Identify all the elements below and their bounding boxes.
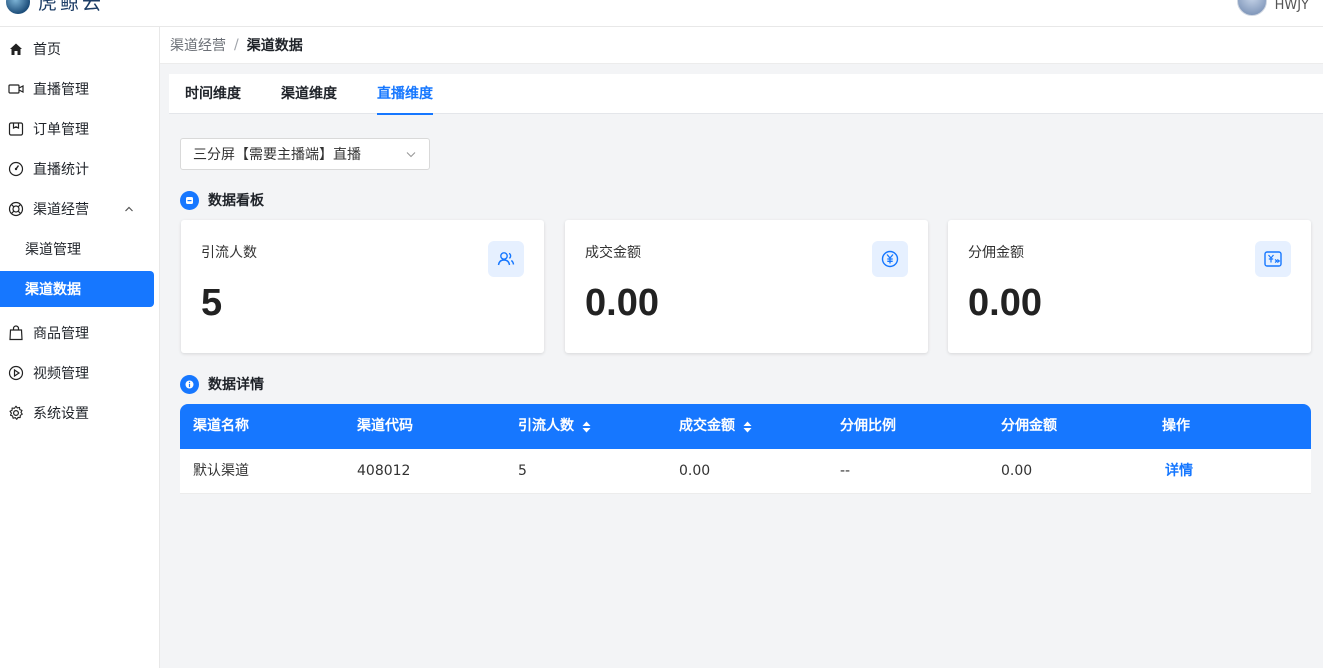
chevron-down-icon [405,148,417,164]
top-header: 虎鲸云 HWJY [0,0,1323,27]
cell-channel-name: 默认渠道 [193,463,249,479]
column-header-commission-amount: 分佣金额 [1001,404,1057,449]
lifebuoy-icon [8,201,24,217]
column-header-label: 分佣金额 [1001,418,1057,434]
commission-icon [1255,241,1291,277]
sidebar-item-products[interactable]: 商品管理 [0,313,160,353]
avatar[interactable] [1236,0,1267,16]
sidebar: 首页 直播管理 订单管理 直播统计 渠道经营 渠道管理 渠道数据 商品管理 视频… [0,27,160,668]
tab-live-dimension[interactable]: 直播维度 [377,74,433,115]
sidebar-item-label: 直播统计 [33,162,89,178]
shopping-bag-icon [8,325,24,341]
sidebar-item-orders[interactable]: 订单管理 [0,109,160,149]
column-header-visitors[interactable]: 引流人数 [518,404,591,449]
column-header-label: 分佣比例 [840,418,896,434]
stat-card-label: 成交金额 [585,245,641,261]
column-header-label: 引流人数 [518,418,574,434]
gear-icon [8,405,24,421]
sidebar-item-label: 订单管理 [33,122,89,138]
user-name: HWJY [1274,0,1309,13]
sidebar-item-settings[interactable]: 系统设置 [0,393,160,433]
stat-card-visitors: 引流人数 5 [181,220,544,353]
gauge-icon [8,161,24,177]
sidebar-item-live[interactable]: 直播管理 [0,69,160,109]
sort-icon[interactable] [582,421,591,433]
sidebar-item-label: 商品管理 [33,326,89,342]
live-select[interactable]: 三分屏【需要主播端】直播 [180,138,430,170]
sidebar-subitem-channel-data[interactable]: 渠道数据 [0,271,154,307]
sidebar-item-home[interactable]: 首页 [0,29,160,69]
sidebar-item-videos[interactable]: 视频管理 [0,353,160,393]
breadcrumb-current: 渠道数据 [246,38,303,54]
yuan-coin-icon [872,241,908,277]
stat-card-label: 引流人数 [201,245,257,261]
column-header-label: 渠道代码 [357,418,413,434]
home-icon [8,41,24,57]
users-icon [488,241,524,277]
sort-icon[interactable] [743,421,752,433]
column-header-channel-name: 渠道名称 [193,404,249,449]
column-header-actions: 操作 [1162,404,1190,449]
stat-card-value: 0.00 [585,282,659,324]
stat-card-commission: 分佣金额 0.00 [948,220,1311,353]
sidebar-subitem-label: 渠道管理 [25,242,81,258]
user-menu[interactable]: HWJY [1236,0,1309,16]
stat-card-value: 5 [201,282,223,324]
stat-card-deal-amount: 成交金额 0.00 [565,220,928,353]
order-box-icon [8,121,24,137]
dashboard-section-title: 数据看板 [180,190,264,210]
table-header: 渠道名称 渠道代码 引流人数 成交金额 分佣比例 分佣金额 操作 [180,404,1311,449]
cell-commission-ratio: -- [840,463,851,479]
table-row: 默认渠道 408012 5 0.00 -- 0.00 详情 [180,449,1311,494]
sidebar-item-channel-ops[interactable]: 渠道经营 [0,189,160,229]
sidebar-item-label: 视频管理 [33,366,89,382]
column-header-label: 成交金额 [679,418,735,434]
live-select-value: 三分屏【需要主播端】直播 [193,147,361,163]
column-header-label: 操作 [1162,418,1190,434]
details-link[interactable]: 详情 [1165,449,1193,494]
cell-commission-amount: 0.00 [1001,463,1033,479]
column-header-deal-amount[interactable]: 成交金额 [679,404,752,449]
video-camera-icon [8,81,24,97]
sidebar-item-label: 渠道经营 [33,202,89,218]
details-section-title: 数据详情 [180,374,264,394]
sidebar-item-live-stats[interactable]: 直播统计 [0,149,160,189]
cell-channel-code: 408012 [357,463,411,479]
chevron-up-icon [124,202,134,218]
column-header-commission-ratio: 分佣比例 [840,404,896,449]
stat-card-value: 0.00 [968,282,1042,324]
sidebar-item-label: 系统设置 [33,406,89,422]
logo-mark-icon [6,0,30,14]
app-logo[interactable]: 虎鲸云 [6,0,104,15]
channel-data-table: 渠道名称 渠道代码 引流人数 成交金额 分佣比例 分佣金额 操作 默认渠道 40… [180,404,1311,494]
dimension-tabs: 时间维度 渠道维度 直播维度 [169,74,1323,115]
sidebar-item-label: 直播管理 [33,82,89,98]
tab-channel-dimension[interactable]: 渠道维度 [281,74,337,114]
cell-deal-amount: 0.00 [679,463,711,479]
cell-visitors: 5 [518,463,527,479]
logo-text: 虎鲸云 [38,0,105,14]
dashboard-title: 数据看板 [208,193,264,209]
sidebar-subitem-channel-manage[interactable]: 渠道管理 [0,231,154,267]
details-title: 数据详情 [208,377,264,393]
dashboard-section-icon [180,190,199,210]
stat-card-label: 分佣金额 [968,245,1024,261]
tab-time-dimension[interactable]: 时间维度 [185,74,241,114]
breadcrumb-separator: / [234,37,239,53]
breadcrumb: 渠道经营 / 渠道数据 [160,27,1323,64]
column-header-channel-code: 渠道代码 [357,404,413,449]
sidebar-subitem-label: 渠道数据 [25,282,81,298]
sidebar-item-label: 首页 [33,42,61,58]
breadcrumb-parent[interactable]: 渠道经营 [170,35,226,55]
info-icon [180,374,199,394]
column-header-label: 渠道名称 [193,418,249,434]
play-circle-icon [8,365,24,381]
